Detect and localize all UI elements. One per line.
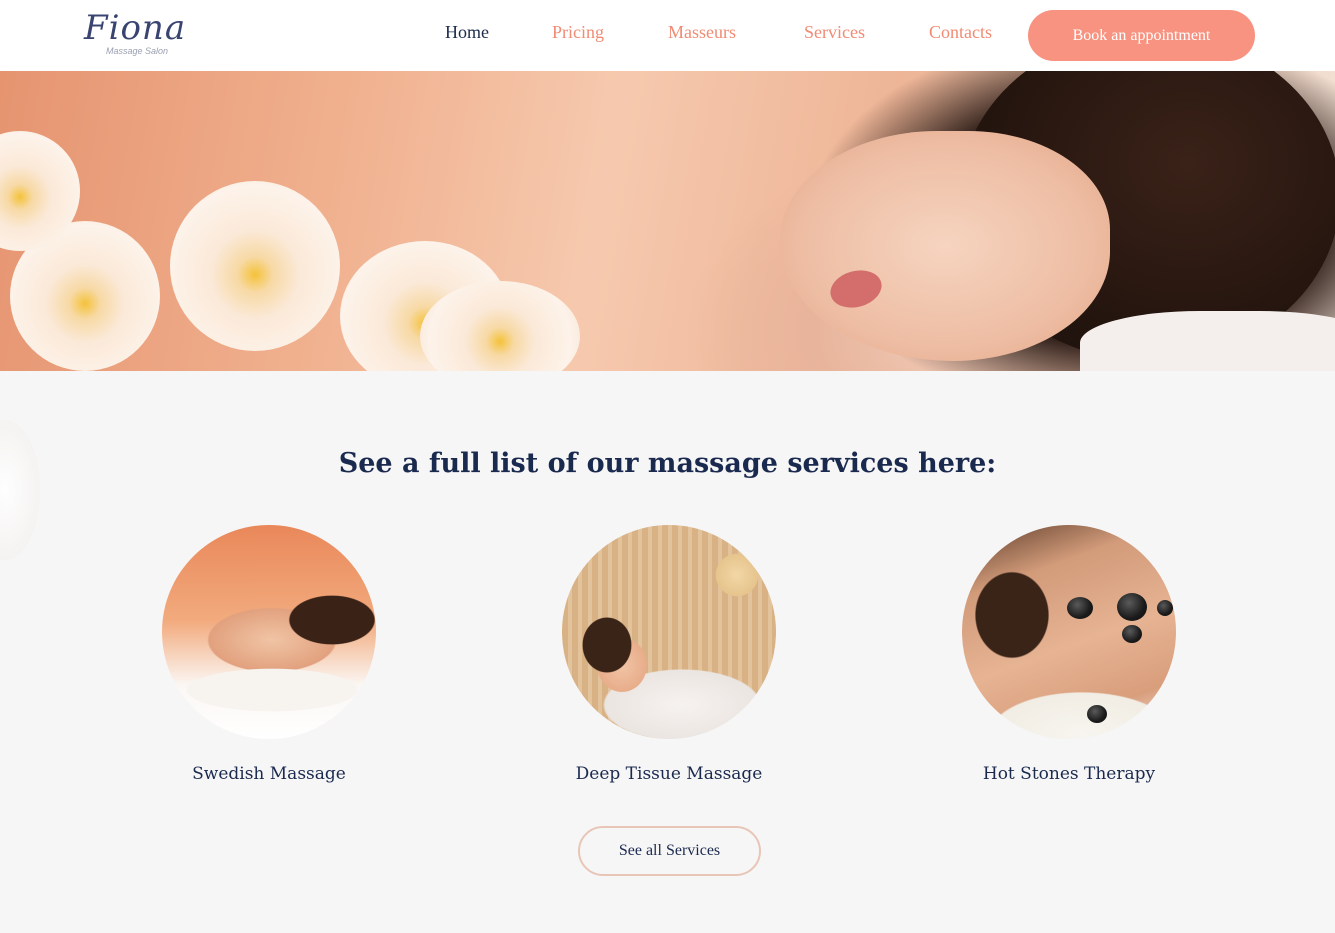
service-card-hot-stones[interactable]: Hot Stones Therapy — [949, 525, 1189, 784]
hero-towel-shape — [1080, 311, 1335, 371]
service-name[interactable]: Swedish Massage — [149, 764, 389, 784]
hot-stone — [1087, 705, 1107, 723]
nav-item-services[interactable]: Services — [804, 22, 865, 48]
logo-name: Fiona — [84, 8, 187, 48]
hero-face-shape — [780, 131, 1110, 361]
hot-stone — [1067, 597, 1093, 619]
service-card-deep-tissue[interactable]: Deep Tissue Massage — [549, 525, 789, 784]
hot-stone — [1157, 600, 1173, 616]
orchid-flower — [170, 181, 340, 351]
swedish-massage-photo[interactable] — [162, 525, 376, 739]
background-petal — [0, 420, 40, 560]
see-all-services-button[interactable]: See all Services — [578, 826, 761, 876]
service-name[interactable]: Hot Stones Therapy — [949, 764, 1189, 784]
logo-subtitle: Massage Salon — [106, 46, 169, 56]
nav-item-contacts[interactable]: Contacts — [929, 22, 992, 48]
site-header: Fiona Massage Salon Home Pricing Masseur… — [0, 0, 1335, 71]
services-heading: See a full list of our massage services … — [338, 448, 997, 479]
hot-stone — [1117, 593, 1147, 621]
hot-stone — [1122, 625, 1142, 643]
nav-item-pricing[interactable]: Pricing — [552, 22, 604, 48]
deep-tissue-massage-photo[interactable] — [562, 525, 776, 739]
nav-item-home[interactable]: Home — [445, 22, 489, 48]
nav-item-masseurs[interactable]: Masseurs — [668, 22, 736, 48]
logo[interactable]: Fiona Massage Salon — [84, 8, 194, 62]
service-card-swedish[interactable]: Swedish Massage — [149, 525, 389, 784]
service-name[interactable]: Deep Tissue Massage — [549, 764, 789, 784]
hot-stones-therapy-photo[interactable] — [962, 525, 1176, 739]
book-appointment-button[interactable]: Book an appointment — [1028, 10, 1255, 61]
hero-image — [0, 71, 1335, 371]
